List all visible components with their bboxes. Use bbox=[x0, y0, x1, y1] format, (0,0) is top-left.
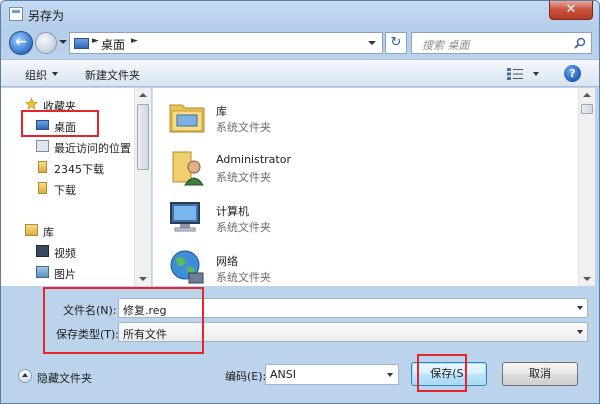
file-name: 网络 bbox=[216, 255, 238, 268]
file-item-library[interactable]: 库 系统文件夹 bbox=[153, 93, 563, 143]
recent-places-icon bbox=[36, 140, 49, 152]
encoding-dropdown-icon[interactable] bbox=[387, 373, 393, 377]
breadcrumb-desktop[interactable]: 桌面 bbox=[101, 36, 125, 53]
desktop-icon bbox=[36, 120, 49, 130]
file-item-administrator[interactable]: Administrator 系统文件夹 bbox=[153, 143, 563, 193]
file-name: Administrator bbox=[216, 153, 291, 166]
organize-menu-button[interactable]: 组织 bbox=[25, 67, 47, 83]
file-name: 库 bbox=[216, 105, 227, 118]
filetype-select[interactable]: 所有文件 bbox=[118, 322, 588, 342]
search-input[interactable]: 搜索 桌面 bbox=[422, 37, 470, 53]
scroll-down-icon[interactable] bbox=[583, 277, 591, 281]
library-folder-icon bbox=[169, 104, 205, 133]
cancel-button[interactable]: 取消 bbox=[502, 362, 578, 386]
sidebar-item-downloads[interactable]: 下载 bbox=[1, 179, 134, 198]
sidebar-libraries-header[interactable]: 库 bbox=[1, 221, 134, 240]
search-box[interactable]: 搜索 桌面 bbox=[411, 32, 592, 54]
save-form: 文件名(N): 修复.reg 保存类型(T): 所有文件 bbox=[1, 287, 599, 347]
search-icon[interactable] bbox=[574, 37, 586, 49]
file-item-computer[interactable]: 计算机 系统文件夹 bbox=[153, 193, 563, 243]
video-library-icon bbox=[36, 245, 49, 257]
sidebar-item-label: 最近访问的位置 bbox=[54, 142, 131, 155]
address-dropdown-icon[interactable] bbox=[368, 41, 376, 45]
recent-locations-dropdown-icon[interactable] bbox=[59, 40, 67, 44]
view-dropdown-icon[interactable] bbox=[533, 72, 539, 76]
save-as-dialog: 另存为 ✕ ← ► 桌面 ► ↻ 搜索 桌面 组织 新建文件夹 ? 收藏夹 桌面… bbox=[0, 0, 600, 404]
chevron-up-icon[interactable] bbox=[18, 369, 32, 383]
navigation-bar: ← ► 桌面 ► ↻ 搜索 桌面 bbox=[1, 28, 599, 58]
help-button[interactable]: ? bbox=[564, 65, 581, 82]
command-toolbar: 组织 新建文件夹 ? bbox=[1, 59, 599, 87]
address-bar[interactable]: ► 桌面 ► bbox=[69, 32, 383, 54]
sidebar-item-label: 桌面 bbox=[54, 121, 76, 134]
star-icon bbox=[25, 98, 38, 110]
sidebar-scrollbar[interactable] bbox=[134, 88, 151, 286]
filename-dropdown-icon[interactable] bbox=[577, 306, 583, 310]
filename-value[interactable]: 修复.reg bbox=[123, 304, 167, 317]
forward-button[interactable] bbox=[35, 32, 57, 54]
picture-library-icon bbox=[36, 266, 49, 278]
sidebar-favorites-label: 收藏夹 bbox=[43, 100, 76, 113]
back-button[interactable]: ← bbox=[9, 31, 33, 55]
file-type: 系统文件夹 bbox=[216, 271, 271, 284]
sidebar-libraries-label: 库 bbox=[43, 226, 54, 239]
scroll-down-icon[interactable] bbox=[139, 277, 147, 281]
view-options-icon[interactable] bbox=[507, 68, 523, 80]
library-icon bbox=[25, 224, 38, 236]
network-globe-icon bbox=[170, 250, 204, 284]
file-type: 系统文件夹 bbox=[216, 171, 271, 184]
scroll-up-icon[interactable] bbox=[139, 93, 147, 97]
organize-dropdown-icon[interactable] bbox=[52, 72, 58, 76]
new-folder-button[interactable]: 新建文件夹 bbox=[85, 67, 140, 83]
title-bar: 另存为 ✕ bbox=[1, 1, 599, 27]
desktop-icon bbox=[74, 38, 89, 49]
filetype-value[interactable]: 所有文件 bbox=[123, 328, 167, 341]
encoding-select[interactable]: ANSI bbox=[265, 364, 399, 385]
refresh-button[interactable]: ↻ bbox=[385, 32, 407, 54]
file-list-scroll-thumb[interactable] bbox=[581, 104, 593, 114]
close-button[interactable]: ✕ bbox=[549, 1, 593, 20]
breadcrumb-separator-icon[interactable]: ► bbox=[92, 36, 99, 46]
sidebar-item-pictures[interactable]: 图片 bbox=[1, 263, 134, 282]
window-title: 另存为 bbox=[28, 9, 65, 23]
filename-field[interactable]: 修复.reg bbox=[118, 298, 588, 318]
file-type: 系统文件夹 bbox=[216, 121, 271, 134]
encoding-label: 编码(E): bbox=[225, 370, 267, 383]
file-list: 库 系统文件夹 Administrator 系统文件夹 计算机 系统文件夹 网络… bbox=[152, 88, 578, 286]
file-item-network[interactable]: 网络 系统文件夹 bbox=[153, 243, 563, 293]
file-list-scrollbar[interactable] bbox=[578, 88, 595, 286]
sidebar-favorites-header[interactable]: 收藏夹 bbox=[1, 95, 134, 114]
app-icon bbox=[9, 7, 23, 21]
sidebar-item-desktop[interactable]: 桌面 bbox=[1, 116, 134, 135]
sidebar-item-recent[interactable]: 最近访问的位置 bbox=[1, 137, 134, 156]
encoding-value[interactable]: ANSI bbox=[270, 368, 296, 381]
filename-label: 文件名(N): bbox=[63, 304, 117, 317]
sidebar-item-label: 2345下载 bbox=[54, 163, 104, 176]
file-name: 计算机 bbox=[216, 205, 249, 218]
sidebar-item-videos[interactable]: 视频 bbox=[1, 242, 134, 261]
filetype-label: 保存类型(T): bbox=[56, 328, 120, 341]
sidebar-item-2345-downloads[interactable]: 2345下载 bbox=[1, 158, 134, 177]
hide-folders-toggle[interactable]: 隐藏文件夹 bbox=[37, 370, 92, 386]
filetype-dropdown-icon[interactable] bbox=[577, 330, 583, 334]
file-type: 系统文件夹 bbox=[216, 221, 271, 234]
scroll-up-icon[interactable] bbox=[583, 93, 591, 97]
save-button[interactable]: 保存(S) bbox=[411, 362, 487, 386]
sidebar-item-label: 图片 bbox=[54, 268, 76, 281]
folder-icon bbox=[38, 161, 47, 173]
user-folder-icon bbox=[172, 151, 204, 186]
download-folder-icon bbox=[38, 182, 47, 194]
breadcrumb-chevron-icon[interactable]: ► bbox=[131, 36, 138, 46]
dialog-footer: 隐藏文件夹 编码(E): ANSI 保存(S) 取消 bbox=[1, 353, 599, 403]
navigation-pane: 收藏夹 桌面 最近访问的位置 2345下载 下载 库 视频 图片 bbox=[1, 88, 151, 286]
sidebar-item-label: 下载 bbox=[54, 184, 76, 197]
sidebar-scroll-thumb[interactable] bbox=[137, 104, 149, 170]
computer-icon bbox=[170, 202, 200, 232]
sidebar-item-label: 视频 bbox=[54, 247, 76, 260]
